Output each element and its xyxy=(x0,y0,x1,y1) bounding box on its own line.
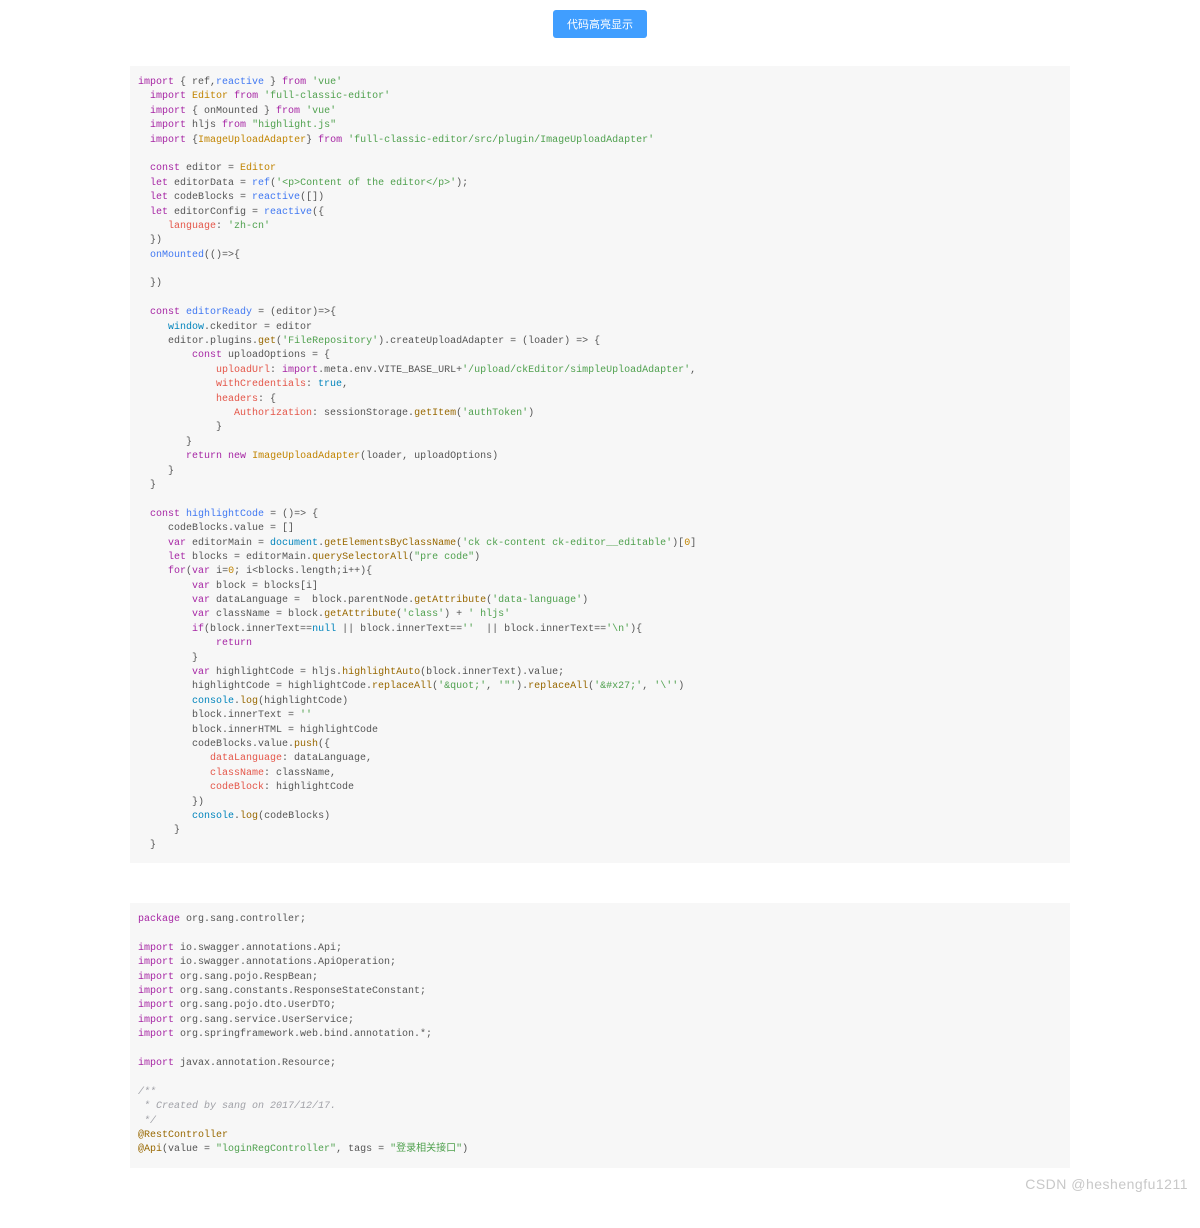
code-line xyxy=(138,292,1062,306)
code-line: }) xyxy=(138,796,1062,810)
code-line: import {ImageUploadAdapter} from 'full-c… xyxy=(138,134,1062,148)
code-line: }) xyxy=(138,277,1062,291)
code-line: /** xyxy=(138,1086,1062,1100)
code-line: var highlightCode = hljs.highlightAuto(b… xyxy=(138,666,1062,680)
highlight-button[interactable]: 代码高亮显示 xyxy=(553,10,647,38)
code-line: } xyxy=(138,652,1062,666)
code-line: var className = block.getAttribute('clas… xyxy=(138,608,1062,622)
code-line: codeBlocks.value.push({ xyxy=(138,738,1062,752)
code-block-java: package org.sang.controller; import io.s… xyxy=(130,903,1070,1168)
code-line xyxy=(138,263,1062,277)
code-line: } xyxy=(138,824,1062,838)
code-line: for(var i=0; i<blocks.length;i++){ xyxy=(138,565,1062,579)
code-line xyxy=(138,1043,1062,1057)
code-line: import org.sang.constants.ResponseStateC… xyxy=(138,985,1062,999)
code-line: */ xyxy=(138,1115,1062,1129)
code-line: let codeBlocks = reactive([]) xyxy=(138,191,1062,205)
code-line: import org.springframework.web.bind.anno… xyxy=(138,1028,1062,1042)
code-line: var dataLanguage = block.parentNode.getA… xyxy=(138,594,1062,608)
code-line: } xyxy=(138,436,1062,450)
code-line: return new ImageUploadAdapter(loader, up… xyxy=(138,450,1062,464)
code-line: const uploadOptions = { xyxy=(138,349,1062,363)
code-line: import org.sang.service.UserService; xyxy=(138,1014,1062,1028)
code-line: headers: { xyxy=(138,393,1062,407)
code-line: import { ref,reactive } from 'vue' xyxy=(138,76,1062,90)
code-line: } xyxy=(138,465,1062,479)
code-line: * Created by sang on 2017/12/17. xyxy=(138,1100,1062,1114)
code-line: import javax.annotation.Resource; xyxy=(138,1057,1062,1071)
code-line: onMounted(()=>{ xyxy=(138,249,1062,263)
page-root: 代码高亮显示 import { ref,reactive } from 'vue… xyxy=(0,0,1200,1228)
code-line xyxy=(138,148,1062,162)
code-line: import Editor from 'full-classic-editor' xyxy=(138,90,1062,104)
code-line: import hljs from "highlight.js" xyxy=(138,119,1062,133)
code-line: Authorization: sessionStorage.getItem('a… xyxy=(138,407,1062,421)
code-line: }) xyxy=(138,234,1062,248)
code-line: } xyxy=(138,421,1062,435)
code-line: codeBlock: highlightCode xyxy=(138,781,1062,795)
code-line xyxy=(138,927,1062,941)
code-line: block.innerText = '' xyxy=(138,709,1062,723)
code-line: import io.swagger.annotations.Api; xyxy=(138,942,1062,956)
code-line: let blocks = editorMain.querySelectorAll… xyxy=(138,551,1062,565)
code-line: var editorMain = document.getElementsByC… xyxy=(138,537,1062,551)
code-block-js: import { ref,reactive } from 'vue' impor… xyxy=(130,66,1070,863)
code-line: @Api(value = "loginRegController", tags … xyxy=(138,1143,1062,1157)
header: 代码高亮显示 xyxy=(130,10,1070,38)
code-line: return xyxy=(138,637,1062,651)
code-line: uploadUrl: import.meta.env.VITE_BASE_URL… xyxy=(138,364,1062,378)
code-line: @RestController xyxy=(138,1129,1062,1143)
code-line: codeBlocks.value = [] xyxy=(138,522,1062,536)
code-line xyxy=(138,1071,1062,1085)
code-line: className: className, xyxy=(138,767,1062,781)
code-line: let editorConfig = reactive({ xyxy=(138,206,1062,220)
code-line: } xyxy=(138,839,1062,853)
code-line: const highlightCode = ()=> { xyxy=(138,508,1062,522)
code-line: language: 'zh-cn' xyxy=(138,220,1062,234)
code-line: import { onMounted } from 'vue' xyxy=(138,105,1062,119)
code-line: let editorData = ref('<p>Content of the … xyxy=(138,177,1062,191)
code-line: import org.sang.pojo.RespBean; xyxy=(138,971,1062,985)
code-line: if(block.innerText==null || block.innerT… xyxy=(138,623,1062,637)
code-line: withCredentials: true, xyxy=(138,378,1062,392)
watermark: CSDN @heshengfu1211 xyxy=(1025,1176,1188,1192)
code-line: console.log(highlightCode) xyxy=(138,695,1062,709)
code-line: editor.plugins.get('FileRepository').cre… xyxy=(138,335,1062,349)
code-line: import org.sang.pojo.dto.UserDTO; xyxy=(138,999,1062,1013)
code-line: var block = blocks[i] xyxy=(138,580,1062,594)
code-line: dataLanguage: dataLanguage, xyxy=(138,752,1062,766)
code-line: import io.swagger.annotations.ApiOperati… xyxy=(138,956,1062,970)
code-line: package org.sang.controller; xyxy=(138,913,1062,927)
code-line: window.ckeditor = editor xyxy=(138,321,1062,335)
code-line: highlightCode = highlightCode.replaceAll… xyxy=(138,680,1062,694)
code-line xyxy=(138,493,1062,507)
code-line: } xyxy=(138,479,1062,493)
code-line: const editorReady = (editor)=>{ xyxy=(138,306,1062,320)
code-line: console.log(codeBlocks) xyxy=(138,810,1062,824)
code-line: block.innerHTML = highlightCode xyxy=(138,724,1062,738)
code-line: const editor = Editor xyxy=(138,162,1062,176)
